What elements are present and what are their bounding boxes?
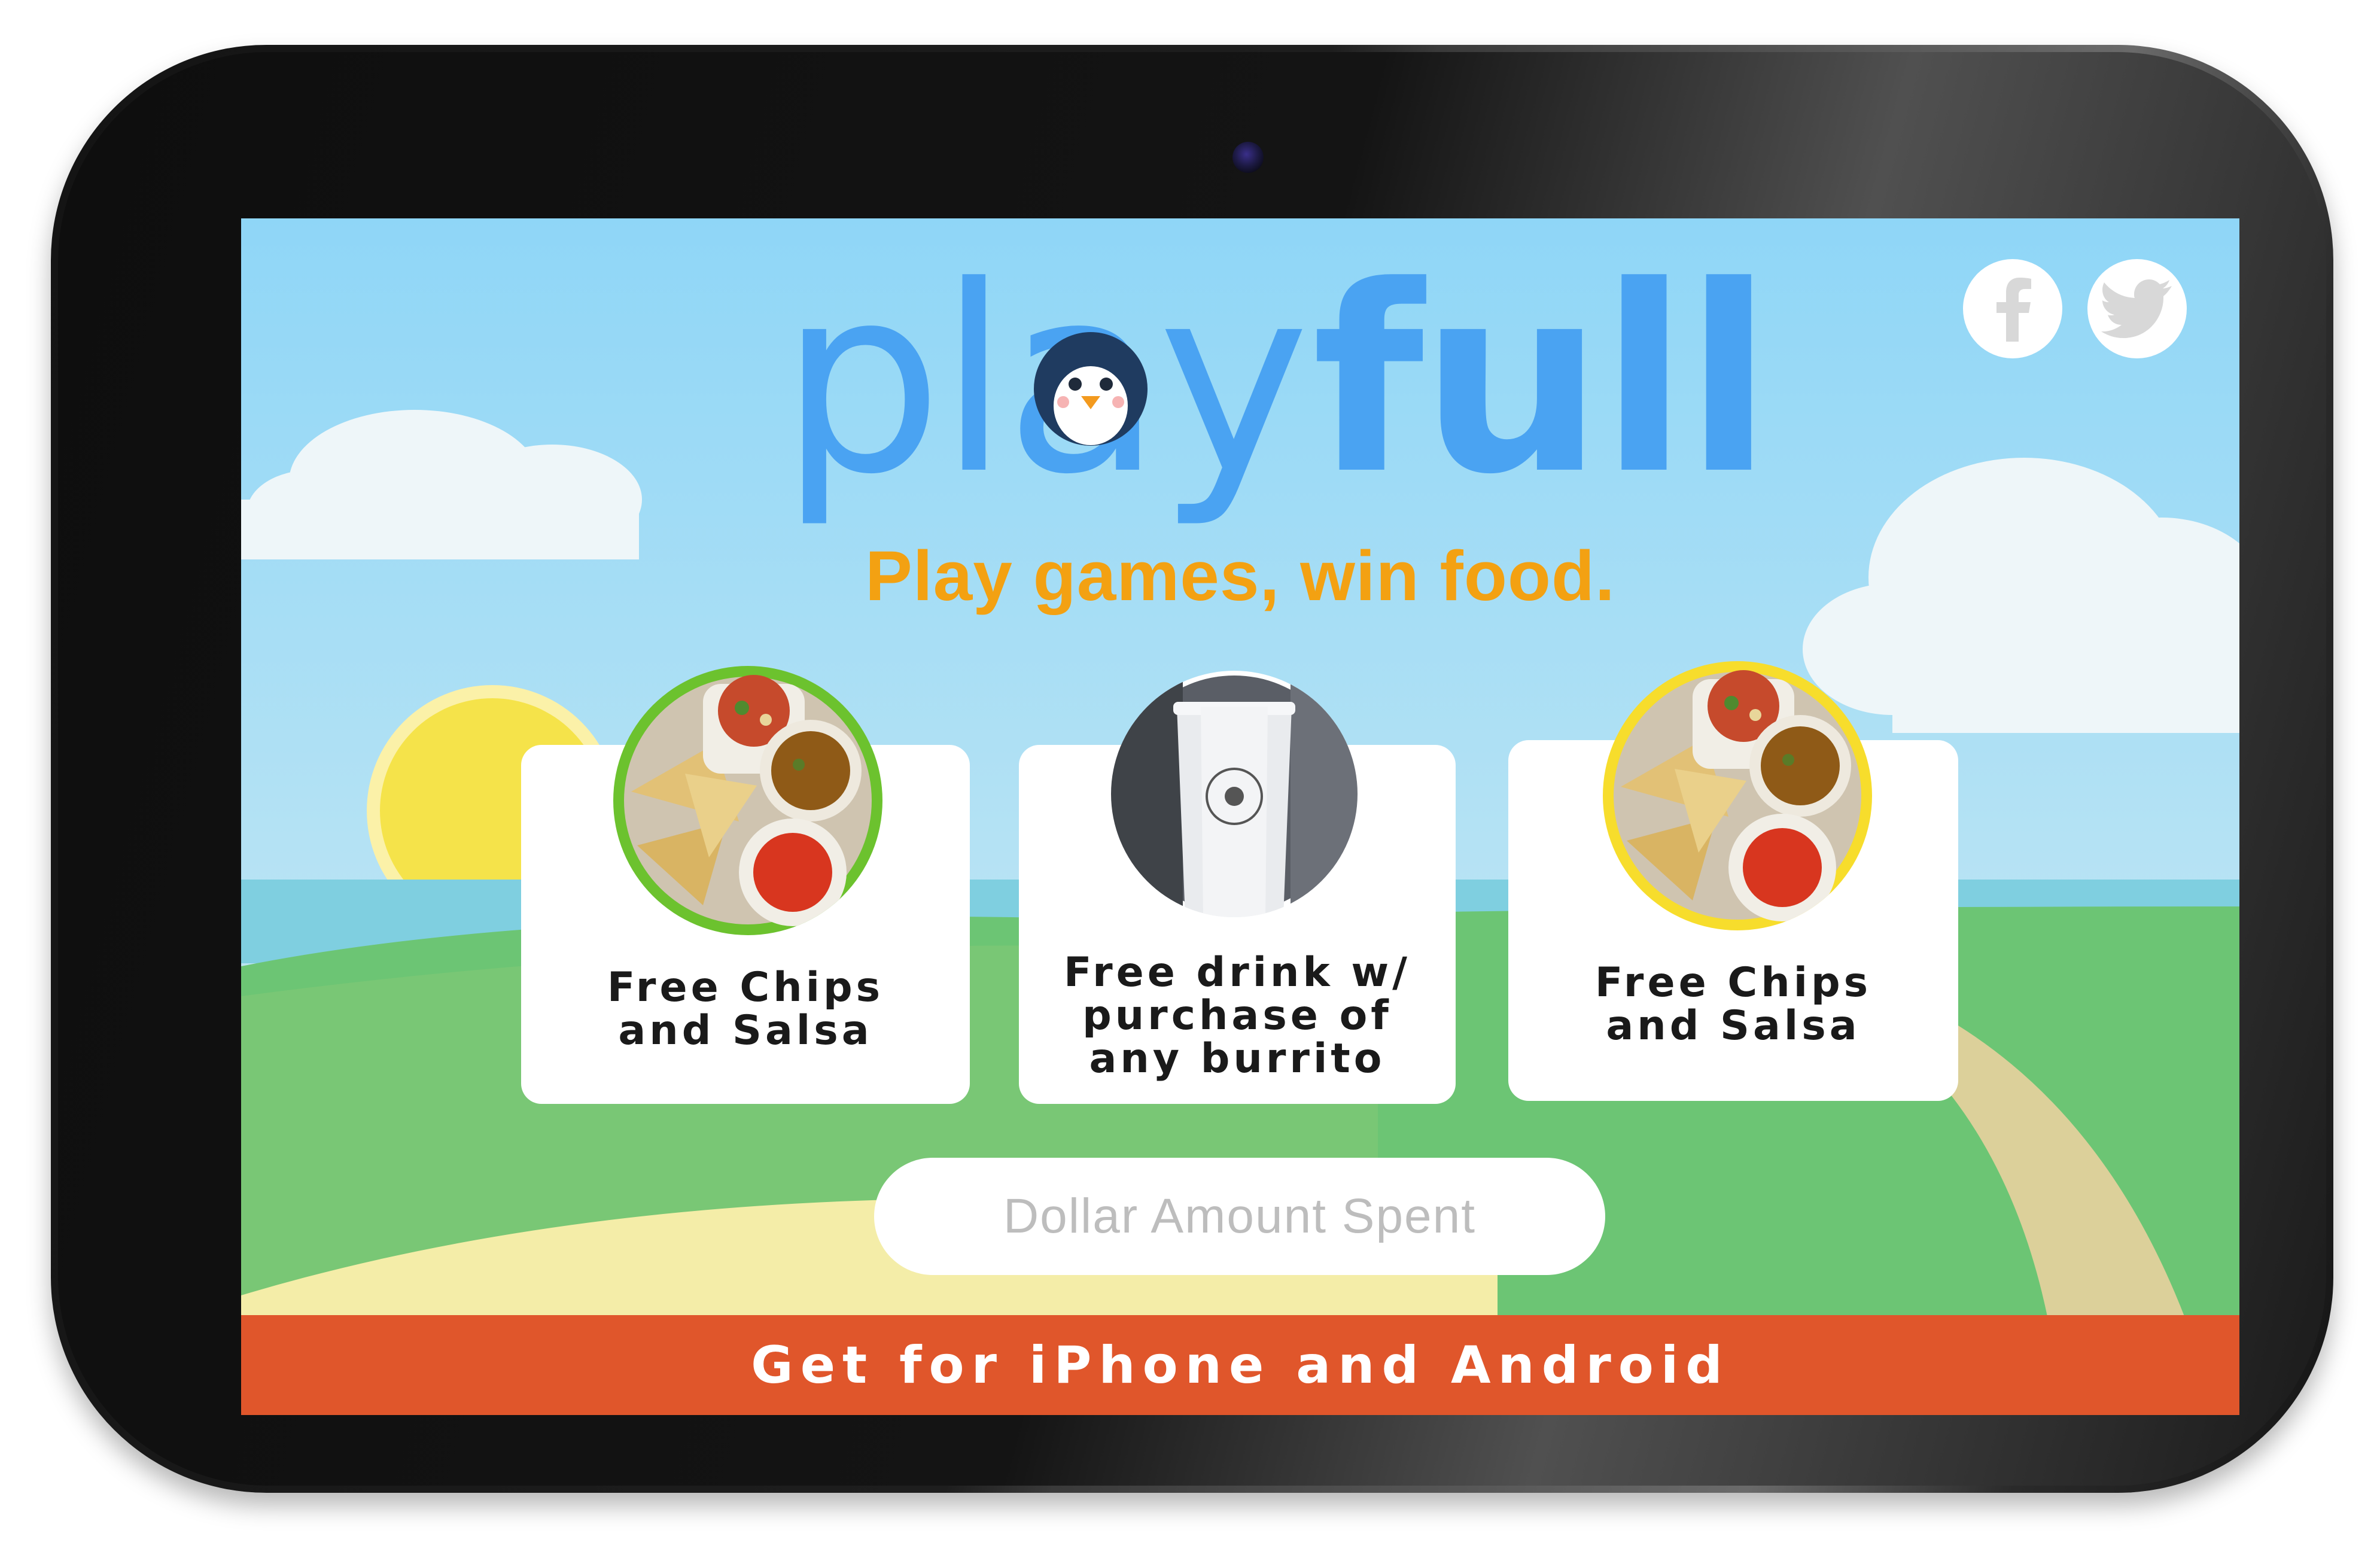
app-screen: play full Play games, win food. xyxy=(241,218,2239,1415)
penguin-mascot-icon xyxy=(1034,332,1148,446)
chipotle-cup-photo xyxy=(1111,671,1358,917)
offer-2-label: Free drink w/ purchase of any burrito xyxy=(1063,949,1411,1082)
get-app-banner[interactable]: Get for iPhone and Android xyxy=(241,1315,2239,1415)
twitter-button[interactable] xyxy=(2087,259,2187,358)
tagline: Play games, win food. xyxy=(865,537,1615,616)
logo-text-full: full xyxy=(1312,232,1755,531)
offer-1-label: Free Chips and Salsa xyxy=(607,964,884,1054)
tablet-frame: play full Play games, win food. xyxy=(51,45,2333,1493)
dollar-amount-input[interactable] xyxy=(874,1158,1605,1275)
twitter-icon xyxy=(2101,279,2172,338)
playfull-logo: play full xyxy=(780,232,1755,531)
chips-and-salsa-photo xyxy=(613,666,882,935)
chips-and-salsa-photo xyxy=(1603,661,1872,930)
offer-3-label: Free Chips and Salsa xyxy=(1594,959,1872,1049)
front-camera xyxy=(1232,142,1264,173)
facebook-button[interactable] xyxy=(1963,259,2062,358)
facebook-icon xyxy=(1996,278,2031,342)
get-app-label: Get for iPhone and Android xyxy=(751,1335,1730,1395)
